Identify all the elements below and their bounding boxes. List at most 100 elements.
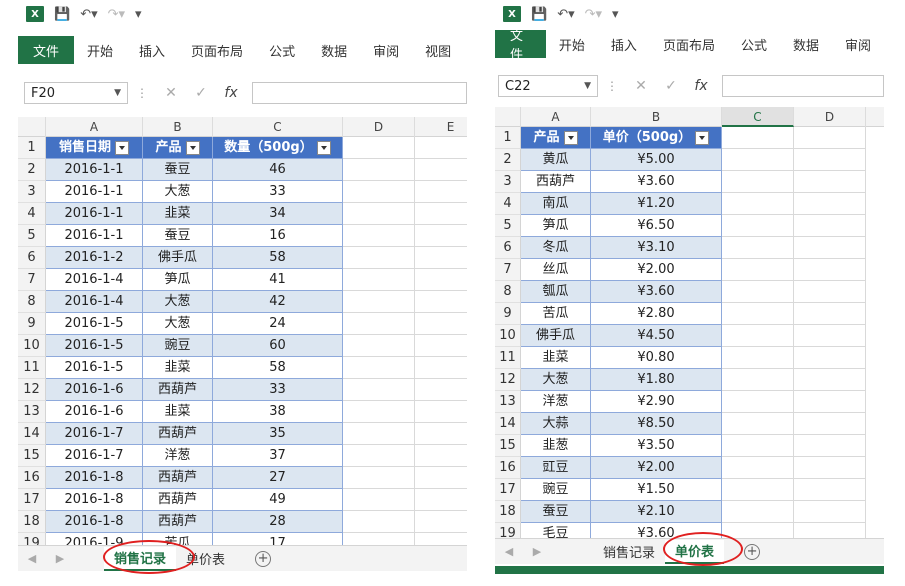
filter-dropdown-icon[interactable] <box>563 130 578 145</box>
empty-cell[interactable] <box>722 215 794 237</box>
table-cell[interactable]: ¥4.50 <box>591 325 722 347</box>
row-number[interactable]: 5 <box>18 225 46 247</box>
row-number[interactable]: 16 <box>495 457 521 479</box>
empty-cell[interactable] <box>722 457 794 479</box>
row-number[interactable]: 8 <box>495 281 521 303</box>
empty-cell[interactable] <box>794 303 866 325</box>
table-cell[interactable]: 南瓜 <box>521 193 591 215</box>
empty-cell[interactable] <box>415 313 467 335</box>
row-number[interactable]: 9 <box>18 313 46 335</box>
row-number[interactable]: 19 <box>495 523 521 538</box>
name-box[interactable]: F20 ▼ <box>24 82 128 104</box>
row-number[interactable]: 5 <box>495 215 521 237</box>
empty-cell[interactable] <box>415 137 467 159</box>
table-cell[interactable]: 60 <box>213 335 343 357</box>
table-cell[interactable]: 韭菜 <box>143 357 213 379</box>
empty-cell[interactable] <box>722 237 794 259</box>
table-cell[interactable]: 丝瓜 <box>521 259 591 281</box>
column-header-c[interactable]: C <box>722 107 794 127</box>
table-cell[interactable]: 2016-1-4 <box>46 269 143 291</box>
ribbon-tab[interactable]: 文件 <box>495 29 546 63</box>
row-number[interactable]: 16 <box>18 467 46 489</box>
table-cell[interactable]: 韭菜 <box>521 347 591 369</box>
ribbon-tab[interactable]: 公式 <box>728 30 780 58</box>
row-number[interactable]: 2 <box>495 149 521 171</box>
table-cell[interactable]: 2016-1-5 <box>46 357 143 379</box>
table-header-cell[interactable]: 产品 <box>521 127 591 149</box>
empty-cell[interactable] <box>415 489 467 511</box>
table-cell[interactable]: 佛手瓜 <box>521 325 591 347</box>
table-header-cell[interactable]: 数量（500g） <box>213 137 343 159</box>
empty-cell[interactable] <box>722 149 794 171</box>
row-number[interactable]: 6 <box>18 247 46 269</box>
table-cell[interactable]: 韭菜 <box>143 401 213 423</box>
row-number[interactable]: 17 <box>18 489 46 511</box>
row-number[interactable]: 18 <box>18 511 46 533</box>
table-cell[interactable]: 2016-1-7 <box>46 445 143 467</box>
empty-cell[interactable] <box>722 501 794 523</box>
empty-cell[interactable] <box>722 479 794 501</box>
table-cell[interactable]: 西葫芦 <box>143 489 213 511</box>
row-number[interactable]: 11 <box>495 347 521 369</box>
ribbon-tab[interactable]: 审阅 <box>832 30 884 58</box>
empty-cell[interactable] <box>794 501 866 523</box>
table-cell[interactable]: 笋瓜 <box>521 215 591 237</box>
table-cell[interactable]: 冬瓜 <box>521 237 591 259</box>
row-number[interactable]: 8 <box>18 291 46 313</box>
table-cell[interactable]: ¥0.80 <box>591 347 722 369</box>
table-cell[interactable]: 2016-1-8 <box>46 489 143 511</box>
table-cell[interactable]: ¥3.60 <box>591 171 722 193</box>
table-cell[interactable]: 2016-1-1 <box>46 181 143 203</box>
empty-cell[interactable] <box>722 171 794 193</box>
table-cell[interactable]: 2016-1-8 <box>46 511 143 533</box>
save-icon[interactable]: 💾 <box>54 7 70 22</box>
table-cell[interactable]: 大蒜 <box>521 413 591 435</box>
table-cell[interactable]: 34 <box>213 203 343 225</box>
cancel-icon[interactable]: ✕ <box>156 85 186 101</box>
column-header-d[interactable]: D <box>343 117 415 137</box>
filter-dropdown-icon[interactable] <box>185 140 200 155</box>
empty-cell[interactable] <box>343 159 415 181</box>
table-cell[interactable]: 2016-1-1 <box>46 159 143 181</box>
column-header-d[interactable]: D <box>794 107 866 127</box>
empty-cell[interactable] <box>722 303 794 325</box>
empty-cell[interactable] <box>722 369 794 391</box>
empty-cell[interactable] <box>343 203 415 225</box>
empty-cell[interactable] <box>415 291 467 313</box>
table-cell[interactable]: ¥8.50 <box>591 413 722 435</box>
undo-icon[interactable]: ↶▾ <box>557 7 574 22</box>
empty-cell[interactable] <box>794 523 866 538</box>
table-cell[interactable]: 49 <box>213 489 343 511</box>
row-number[interactable]: 13 <box>495 391 521 413</box>
worksheet-grid[interactable]: ABCD 1 产品 单价（500g） 2 黄瓜 ¥5.00 3 西葫芦 ¥3.60 4 南瓜 ¥1.2… <box>495 107 884 538</box>
table-cell[interactable]: 豇豆 <box>521 457 591 479</box>
redo-icon[interactable]: ↷▾ <box>585 7 602 22</box>
empty-cell[interactable] <box>794 193 866 215</box>
row-number[interactable]: 15 <box>18 445 46 467</box>
empty-cell[interactable] <box>794 237 866 259</box>
empty-cell[interactable] <box>794 127 866 149</box>
table-cell[interactable]: 豌豆 <box>521 479 591 501</box>
table-cell[interactable]: ¥1.80 <box>591 369 722 391</box>
table-cell[interactable]: 2016-1-5 <box>46 335 143 357</box>
table-cell[interactable]: 豌豆 <box>143 335 213 357</box>
column-header-c[interactable]: C <box>213 117 343 137</box>
empty-cell[interactable] <box>794 369 866 391</box>
undo-icon[interactable]: ↶▾ <box>80 7 97 22</box>
row-number[interactable]: 1 <box>495 127 521 149</box>
row-number[interactable]: 7 <box>18 269 46 291</box>
table-cell[interactable]: 佛手瓜 <box>143 247 213 269</box>
column-header-b[interactable]: B <box>143 117 213 137</box>
empty-cell[interactable] <box>794 457 866 479</box>
table-cell[interactable]: ¥1.50 <box>591 479 722 501</box>
empty-cell[interactable] <box>415 533 467 545</box>
sheet-nav-next[interactable]: ▶ <box>523 545 551 558</box>
table-cell[interactable]: 24 <box>213 313 343 335</box>
empty-cell[interactable] <box>343 401 415 423</box>
empty-cell[interactable] <box>415 467 467 489</box>
table-cell[interactable]: 韭葱 <box>521 435 591 457</box>
table-cell[interactable]: 33 <box>213 379 343 401</box>
empty-cell[interactable] <box>794 391 866 413</box>
empty-cell[interactable] <box>794 479 866 501</box>
table-cell[interactable]: 2016-1-4 <box>46 291 143 313</box>
